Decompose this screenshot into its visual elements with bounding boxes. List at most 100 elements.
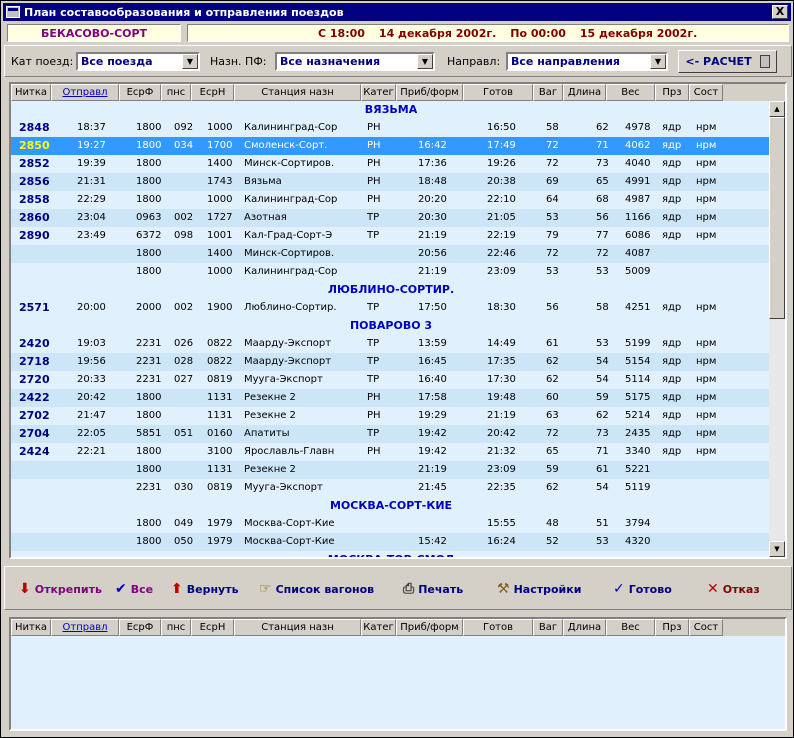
table-row[interactable]: 1800 1000 Калининград-Сор 21:19 23:09 53 53 500… (11, 263, 771, 281)
table-body: ВЯЗЬМА 2848 18:37 1800 092 1000 Калининград-Со… (11, 101, 771, 557)
column-header-wagons[interactable]: Ваг (533, 619, 563, 636)
table-row[interactable]: 2718 19:56 2231 028 0822 Маарду-Экспорт ТР 16:4… (11, 353, 771, 371)
cell-dest-station: Маарду-Экспорт (244, 356, 332, 367)
column-header-category[interactable]: Катег (361, 619, 396, 636)
table-row[interactable]: 2720 20:33 2231 027 0819 Мууга-Экспорт ТР 16:40… (11, 371, 771, 389)
table-row[interactable]: 2571 20:00 2000 002 1900 Люблино-Сортир. ТР 17:… (11, 299, 771, 317)
cell-dest-station: Смоленск-Сорт. (244, 140, 328, 151)
toolbar-button-7[interactable]: ✕ Отказ (707, 575, 760, 603)
column-header-train-num[interactable]: Нитка (11, 84, 51, 101)
cell-arrive-form: 17:50 (418, 302, 447, 313)
column-header-arrive-form[interactable]: Приб/форм (396, 619, 463, 636)
toolbar-button-0[interactable]: ⬇ Открепить (19, 575, 102, 603)
cell-wagons: 48 (546, 518, 559, 529)
close-button[interactable]: X (772, 5, 788, 19)
calculate-button[interactable]: <- РАСЧЕТ (678, 50, 777, 73)
column-header-pns[interactable]: пнс (161, 84, 191, 101)
vertical-scrollbar[interactable]: ▲ ▼ (769, 101, 785, 557)
toolbar-button-6[interactable]: ✓ Готово (613, 575, 672, 603)
column-header-depart[interactable]: Отправл (51, 84, 119, 101)
column-header-weight[interactable]: Вес (606, 84, 655, 101)
table-row[interactable]: 2850 19:27 1800 034 1700 Смоленск-Сорт. РН 16:4… (11, 137, 771, 155)
chevron-down-icon[interactable]: ▼ (182, 54, 198, 69)
cell-depart: 20:33 (77, 374, 106, 385)
table-row[interactable]: 2860 23:04 0963 002 1727 Азотная ТР 20:30 21:05 5… (11, 209, 771, 227)
column-header-pns[interactable]: пнс (161, 619, 191, 636)
column-header-wagons[interactable]: Ваг (533, 84, 563, 101)
cell-ready: 21:05 (487, 212, 516, 223)
scroll-down-icon[interactable]: ▼ (769, 541, 785, 557)
table-row[interactable]: 1800 1131 Резекне 2 21:19 23:09 59 61 5221 (11, 461, 771, 479)
toolbar-button-2[interactable]: ⬆ Вернуть (171, 575, 239, 603)
column-header-arrive-form[interactable]: Приб/форм (396, 84, 463, 101)
column-header-prz[interactable]: Прз (655, 84, 689, 101)
cell-wagons: 52 (546, 536, 559, 547)
destination-select[interactable]: Все назначения ▼ (275, 52, 435, 71)
chevron-down-icon[interactable]: ▼ (417, 54, 433, 69)
table-row[interactable]: 2852 19:39 1800 1400 Минск-Сортиров. РН 17:36 1… (11, 155, 771, 173)
arrow-up-icon: ⬆ (171, 581, 183, 597)
column-header-length[interactable]: Длина (563, 619, 606, 636)
table-row[interactable]: 2848 18:37 1800 092 1000 Калининград-Сор РН 16:… (11, 119, 771, 137)
cell-wagons: 72 (546, 158, 559, 169)
column-header-dest-station[interactable]: Станция назн (234, 84, 361, 101)
column-header-category[interactable]: Катег (361, 84, 396, 101)
cell-depart: 21:31 (77, 176, 106, 187)
column-header-esrn[interactable]: ЕсрН (191, 619, 234, 636)
cell-esrf: 1800 (136, 464, 162, 475)
column-header-prz[interactable]: Прз (655, 619, 689, 636)
cell-arrive-form: 21:19 (418, 464, 447, 475)
period-from-time: С 18:00 (318, 26, 365, 40)
column-header-ready[interactable]: Готов (463, 619, 533, 636)
column-header-esrf[interactable]: ЕсрФ (119, 619, 161, 636)
cell-state: нрм (696, 212, 717, 223)
table-row[interactable]: 1800 1400 Минск-Сортиров. 20:56 22:46 72 72 408… (11, 245, 771, 263)
cell-esrf: 0963 (136, 212, 162, 223)
scroll-up-icon[interactable]: ▲ (769, 101, 785, 117)
cell-prz: ядр (662, 356, 682, 367)
table-row[interactable]: 2858 22:29 1800 1000 Калининград-Сор РН 20:20 2… (11, 191, 771, 209)
direction-select[interactable]: Все направления ▼ (506, 52, 668, 71)
column-header-weight[interactable]: Вес (606, 619, 655, 636)
column-header-dest-station[interactable]: Станция назн (234, 619, 361, 636)
toolbar-button-4[interactable]: ⎙ Печать (403, 575, 463, 603)
table-row[interactable]: 1800 049 1979 Москва-Сорт-Кие 15:55 48 51 3794 (11, 515, 771, 533)
toolbar-button-5[interactable]: ⚒ Настройки (497, 575, 581, 603)
table-row[interactable]: 2422 20:42 1800 1131 Резекне 2 РН 17:58 19:48 60… (11, 389, 771, 407)
table-row[interactable]: 2420 19:03 2231 026 0822 Маарду-Экспорт ТР 13:5… (11, 335, 771, 353)
cell-esrn: 1743 (207, 176, 233, 187)
cell-pns: 026 (174, 338, 194, 349)
column-header-state[interactable]: Сост (689, 84, 723, 101)
cell-prz: ядр (662, 302, 682, 313)
category-select[interactable]: Все поезда ▼ (76, 52, 200, 71)
table-row[interactable]: 2424 22:21 1800 3100 Ярославль-Главн РН 19:42 2… (11, 443, 771, 461)
table-row[interactable]: 2890 23:49 6372 098 1001 Кал-Град-Сорт-Э ТР 21:… (11, 227, 771, 245)
calculate-label: <- РАСЧЕТ (685, 55, 752, 68)
column-header-length[interactable]: Длина (563, 84, 606, 101)
cell-train-num: 2718 (19, 355, 50, 368)
cell-dest-station: Резекне 2 (244, 410, 296, 421)
column-header-esrf[interactable]: ЕсрФ (119, 84, 161, 101)
cell-weight: 3794 (625, 518, 651, 529)
action-toolbar: ⬇ Открепить ✔ Все ⬆ Вернуть ☞ Список вагонов ⎙ Пе… (4, 566, 792, 610)
cell-dest-station: Кал-Град-Сорт-Э (244, 230, 333, 241)
column-header-ready[interactable]: Готов (463, 84, 533, 101)
cell-esrn: 1000 (207, 122, 233, 133)
cell-state: нрм (696, 176, 717, 187)
toolbar-button-3[interactable]: ☞ Список вагонов (259, 575, 374, 603)
scroll-thumb[interactable] (769, 117, 785, 319)
column-header-state[interactable]: Сост (689, 619, 723, 636)
table-row[interactable]: 2702 21:47 1800 1131 Резекне 2 РН 19:29 21:19 63… (11, 407, 771, 425)
chevron-down-icon[interactable]: ▼ (650, 54, 666, 69)
column-header-esrn[interactable]: ЕсрН (191, 84, 234, 101)
cell-ready: 19:26 (487, 158, 516, 169)
table-row[interactable]: 2231 030 0819 Мууга-Экспорт 21:45 22:35 62 54 51… (11, 479, 771, 497)
column-header-train-num[interactable]: Нитка (11, 619, 51, 636)
table-row[interactable]: 2704 22:05 5851 051 0160 Апатиты ТР 19:42 20:42 7… (11, 425, 771, 443)
toolbar-button-1[interactable]: ✔ Все (115, 575, 153, 603)
table-row[interactable]: 2856 21:31 1800 1743 Вязьма РН 18:48 20:38 69 65 4… (11, 173, 771, 191)
cell-state: нрм (696, 428, 717, 439)
column-header-depart[interactable]: Отправл (51, 619, 119, 636)
table-row[interactable]: 1800 050 1979 Москва-Сорт-Кие 15:42 16:24 52 53… (11, 533, 771, 551)
cell-esrf: 2231 (136, 374, 162, 385)
